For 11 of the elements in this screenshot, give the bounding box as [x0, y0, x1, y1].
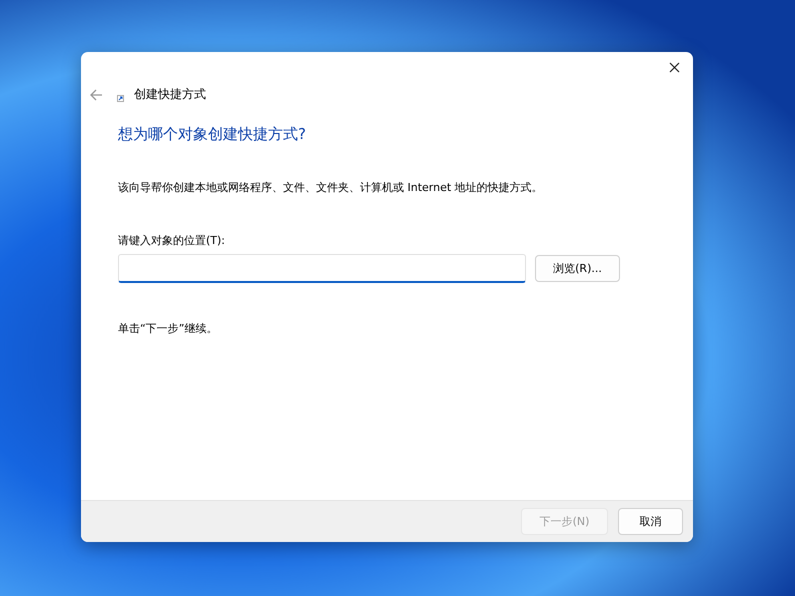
- location-label: 请键入对象的位置(T):: [118, 233, 226, 248]
- wizard-heading: 想为哪个对象创建快捷方式?: [118, 125, 307, 144]
- continue-hint: 单击“下一步”继续。: [118, 321, 218, 336]
- dialog-button[interactable]: 取消: [618, 508, 683, 535]
- location-input-field[interactable]: [118, 254, 526, 283]
- close-icon: [668, 62, 680, 72]
- window-title: 创建快捷方式: [134, 86, 206, 103]
- back-arrow-icon[interactable]: [89, 88, 103, 102]
- browse-button[interactable]: 浏览(R)...: [535, 255, 620, 282]
- wizard-description: 该向导帮你创建本地或网络程序、文件、文件夹、计算机或 Internet 地址的快捷方式。: [118, 180, 544, 195]
- shortcut-icon: [117, 95, 124, 102]
